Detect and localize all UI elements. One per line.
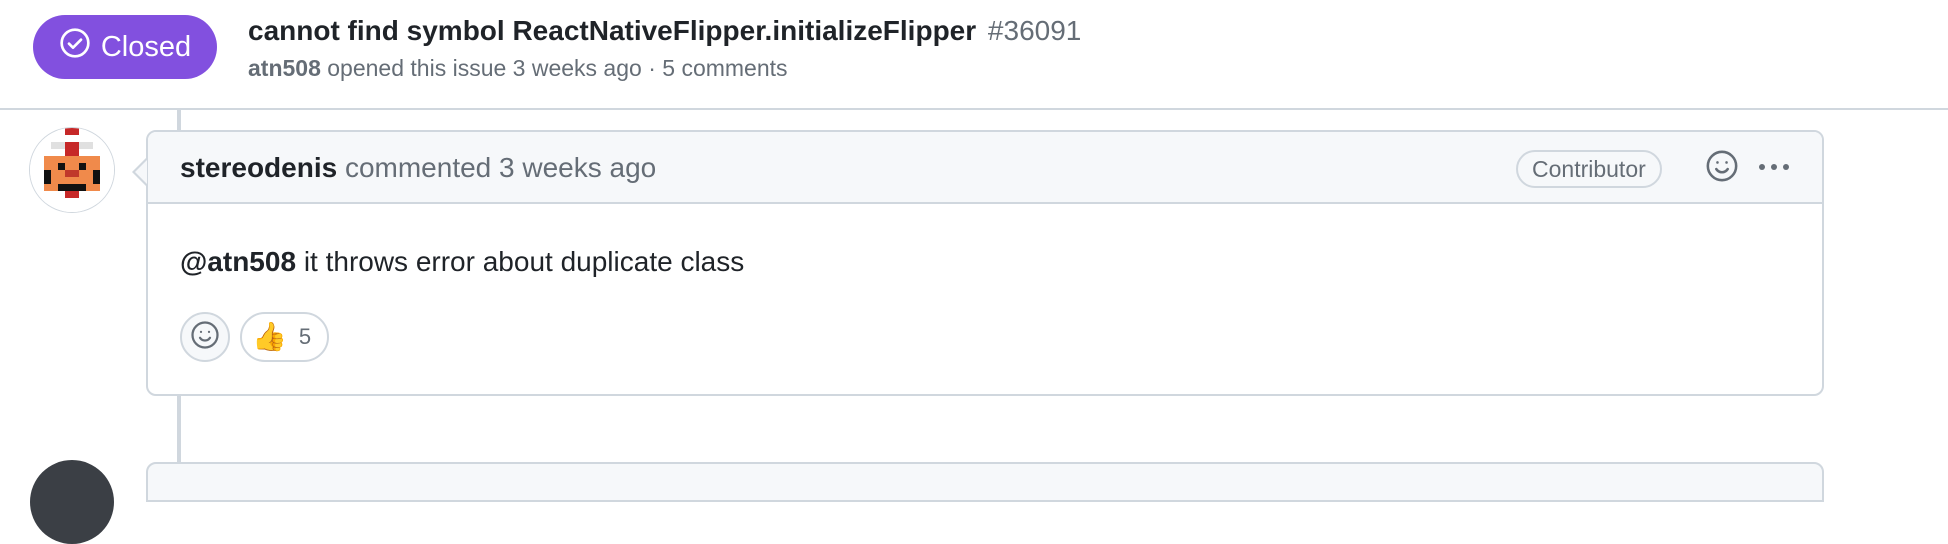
reaction-thumbs-up-button[interactable]: 👍 5 <box>240 312 330 362</box>
issue-title: cannot find symbol ReactNativeFlipper.in… <box>248 15 977 46</box>
avatar[interactable] <box>30 128 114 212</box>
add-reaction-button[interactable] <box>180 312 230 362</box>
issue-title-row: cannot find symbol ReactNativeFlipper.in… <box>248 12 1081 50</box>
comment-author-link[interactable]: stereodenis <box>180 152 337 183</box>
comment-body: @atn508 it throws error about duplicate … <box>180 244 744 280</box>
issue-header: Closed cannot find symbol ReactNativeFli… <box>0 0 1948 110</box>
comment-pointer-inner <box>135 160 147 184</box>
issue-opened-text: opened this issue 3 weeks ago <box>327 55 642 81</box>
issue-meta: atn508 opened this issue 3 weeks ago · 5… <box>248 52 788 84</box>
issue-number: #36091 <box>987 15 1082 46</box>
smiley-icon <box>190 320 220 355</box>
comment-header-text: stereodenis commented 3 weeks ago <box>180 150 656 186</box>
comment-options-button[interactable] <box>1750 148 1798 188</box>
issue-state-label: Closed <box>100 30 192 63</box>
issue-state-badge: Closed <box>33 15 217 79</box>
issue-author-link[interactable]: atn508 <box>248 55 321 81</box>
comment-box: stereodenis commented 3 weeks ago Contri… <box>146 130 1824 396</box>
next-comment-avatar[interactable] <box>30 460 114 544</box>
comment-text: it throws error about duplicate class <box>303 246 745 277</box>
add-reaction-header-button[interactable] <box>1702 148 1742 188</box>
smiley-icon <box>1705 149 1739 188</box>
pixel-avatar-image <box>30 128 114 212</box>
thumbs-up-icon: 👍 <box>252 321 287 352</box>
next-comment-box <box>146 462 1824 502</box>
check-circle-icon <box>59 27 91 67</box>
reactions-bar: 👍 5 <box>180 312 330 362</box>
meta-separator: · <box>648 55 656 81</box>
user-mention-link[interactable]: @atn508 <box>180 246 296 277</box>
contributor-badge: Contributor <box>1516 150 1662 188</box>
comment-timestamp[interactable]: commented 3 weeks ago <box>345 152 656 183</box>
reaction-count: 5 <box>298 324 312 349</box>
comment-header: stereodenis commented 3 weeks ago Contri… <box>148 132 1822 204</box>
issue-comments-count: 5 comments <box>662 55 788 81</box>
kebab-horizontal-icon <box>1757 159 1791 177</box>
